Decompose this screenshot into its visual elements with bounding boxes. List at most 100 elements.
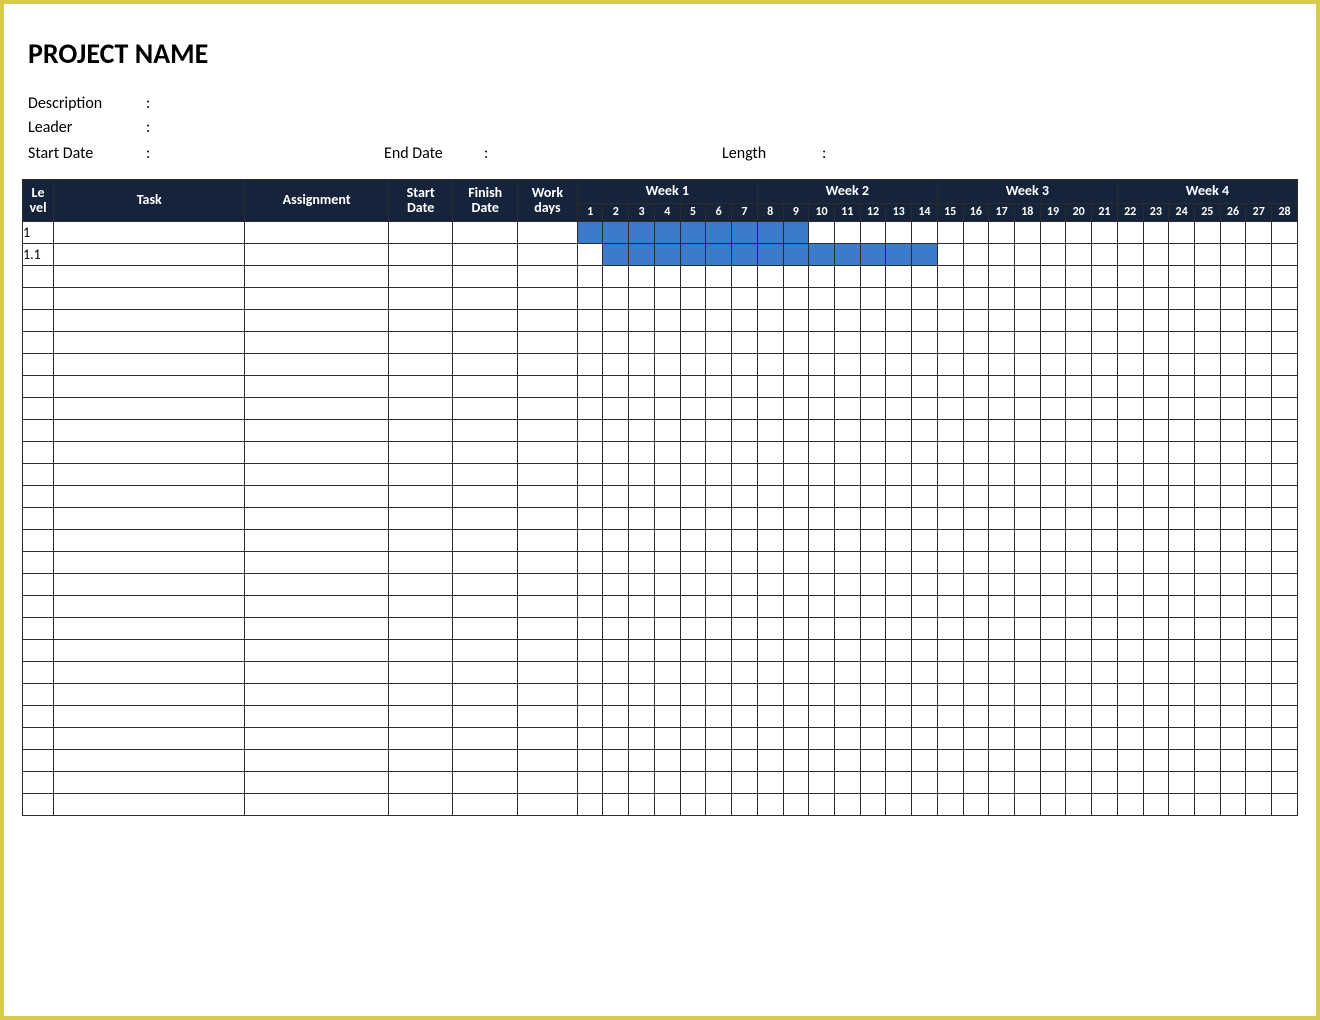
gantt-cell[interactable]: [937, 332, 963, 354]
gantt-cell[interactable]: [886, 222, 912, 244]
cell-assignment[interactable]: [245, 288, 388, 310]
gantt-cell[interactable]: [1092, 596, 1118, 618]
gantt-cell[interactable]: [912, 354, 938, 376]
cell-finishdate[interactable]: [453, 288, 518, 310]
gantt-cell[interactable]: [834, 464, 860, 486]
gantt-cell[interactable]: [1014, 332, 1040, 354]
gantt-cell[interactable]: [629, 244, 655, 266]
gantt-cell[interactable]: [1220, 552, 1246, 574]
gantt-cell[interactable]: [886, 706, 912, 728]
cell-level[interactable]: [23, 398, 54, 420]
cell-assignment[interactable]: [245, 442, 388, 464]
cell-level[interactable]: [23, 310, 54, 332]
gantt-cell[interactable]: [989, 728, 1015, 750]
gantt-cell[interactable]: [1040, 464, 1066, 486]
gantt-cell[interactable]: [783, 684, 809, 706]
gantt-cell[interactable]: [706, 244, 732, 266]
gantt-cell[interactable]: [680, 552, 706, 574]
cell-assignment[interactable]: [245, 530, 388, 552]
gantt-cell[interactable]: [1169, 640, 1195, 662]
cell-task[interactable]: [54, 222, 245, 244]
gantt-cell[interactable]: [937, 794, 963, 816]
gantt-cell[interactable]: [1066, 552, 1092, 574]
cell-workdays[interactable]: [518, 288, 578, 310]
gantt-cell[interactable]: [654, 794, 680, 816]
gantt-cell[interactable]: [989, 398, 1015, 420]
cell-task[interactable]: [54, 508, 245, 530]
gantt-cell[interactable]: [1066, 398, 1092, 420]
gantt-cell[interactable]: [1066, 596, 1092, 618]
gantt-cell[interactable]: [886, 640, 912, 662]
gantt-cell[interactable]: [809, 464, 835, 486]
gantt-cell[interactable]: [629, 376, 655, 398]
gantt-cell[interactable]: [1066, 530, 1092, 552]
gantt-cell[interactable]: [860, 640, 886, 662]
gantt-cell[interactable]: [963, 794, 989, 816]
gantt-cell[interactable]: [680, 244, 706, 266]
gantt-cell[interactable]: [1194, 640, 1220, 662]
gantt-cell[interactable]: [1246, 794, 1272, 816]
gantt-cell[interactable]: [989, 354, 1015, 376]
gantt-cell[interactable]: [1220, 442, 1246, 464]
gantt-cell[interactable]: [1117, 706, 1143, 728]
gantt-cell[interactable]: [732, 684, 758, 706]
cell-task[interactable]: [54, 794, 245, 816]
cell-assignment[interactable]: [245, 398, 388, 420]
gantt-cell[interactable]: [1272, 552, 1298, 574]
gantt-cell[interactable]: [860, 354, 886, 376]
cell-startdate[interactable]: [388, 266, 453, 288]
gantt-cell[interactable]: [860, 486, 886, 508]
cell-workdays[interactable]: [518, 420, 578, 442]
gantt-cell[interactable]: [1194, 464, 1220, 486]
gantt-cell[interactable]: [1194, 552, 1220, 574]
gantt-cell[interactable]: [603, 310, 629, 332]
cell-startdate[interactable]: [388, 244, 453, 266]
gantt-cell[interactable]: [757, 464, 783, 486]
gantt-cell[interactable]: [1143, 530, 1169, 552]
cell-finishdate[interactable]: [453, 640, 518, 662]
gantt-cell[interactable]: [963, 310, 989, 332]
gantt-cell[interactable]: [1272, 618, 1298, 640]
cell-level[interactable]: [23, 794, 54, 816]
gantt-cell[interactable]: [886, 728, 912, 750]
gantt-cell[interactable]: [912, 728, 938, 750]
gantt-cell[interactable]: [1066, 222, 1092, 244]
gantt-cell[interactable]: [732, 332, 758, 354]
gantt-cell[interactable]: [1066, 266, 1092, 288]
gantt-cell[interactable]: [654, 728, 680, 750]
gantt-cell[interactable]: [1169, 288, 1195, 310]
gantt-cell[interactable]: [834, 640, 860, 662]
gantt-cell[interactable]: [809, 354, 835, 376]
gantt-cell[interactable]: [577, 310, 603, 332]
gantt-cell[interactable]: [989, 464, 1015, 486]
gantt-cell[interactable]: [1014, 794, 1040, 816]
gantt-cell[interactable]: [1092, 376, 1118, 398]
gantt-cell[interactable]: [1246, 354, 1272, 376]
gantt-cell[interactable]: [834, 530, 860, 552]
gantt-cell[interactable]: [629, 772, 655, 794]
gantt-cell[interactable]: [1117, 288, 1143, 310]
cell-level[interactable]: [23, 420, 54, 442]
gantt-cell[interactable]: [1272, 442, 1298, 464]
gantt-cell[interactable]: [783, 464, 809, 486]
gantt-cell[interactable]: [809, 222, 835, 244]
gantt-cell[interactable]: [783, 222, 809, 244]
gantt-cell[interactable]: [834, 486, 860, 508]
gantt-cell[interactable]: [886, 662, 912, 684]
gantt-cell[interactable]: [1117, 750, 1143, 772]
cell-finishdate[interactable]: [453, 596, 518, 618]
gantt-cell[interactable]: [1220, 772, 1246, 794]
gantt-cell[interactable]: [1272, 486, 1298, 508]
gantt-cell[interactable]: [603, 464, 629, 486]
gantt-cell[interactable]: [732, 794, 758, 816]
gantt-cell[interactable]: [1272, 684, 1298, 706]
gantt-cell[interactable]: [912, 398, 938, 420]
gantt-cell[interactable]: [577, 464, 603, 486]
gantt-cell[interactable]: [1092, 640, 1118, 662]
cell-assignment[interactable]: [245, 640, 388, 662]
gantt-cell[interactable]: [757, 552, 783, 574]
gantt-cell[interactable]: [603, 706, 629, 728]
cell-level[interactable]: [23, 354, 54, 376]
cell-level[interactable]: [23, 530, 54, 552]
gantt-cell[interactable]: [1040, 618, 1066, 640]
